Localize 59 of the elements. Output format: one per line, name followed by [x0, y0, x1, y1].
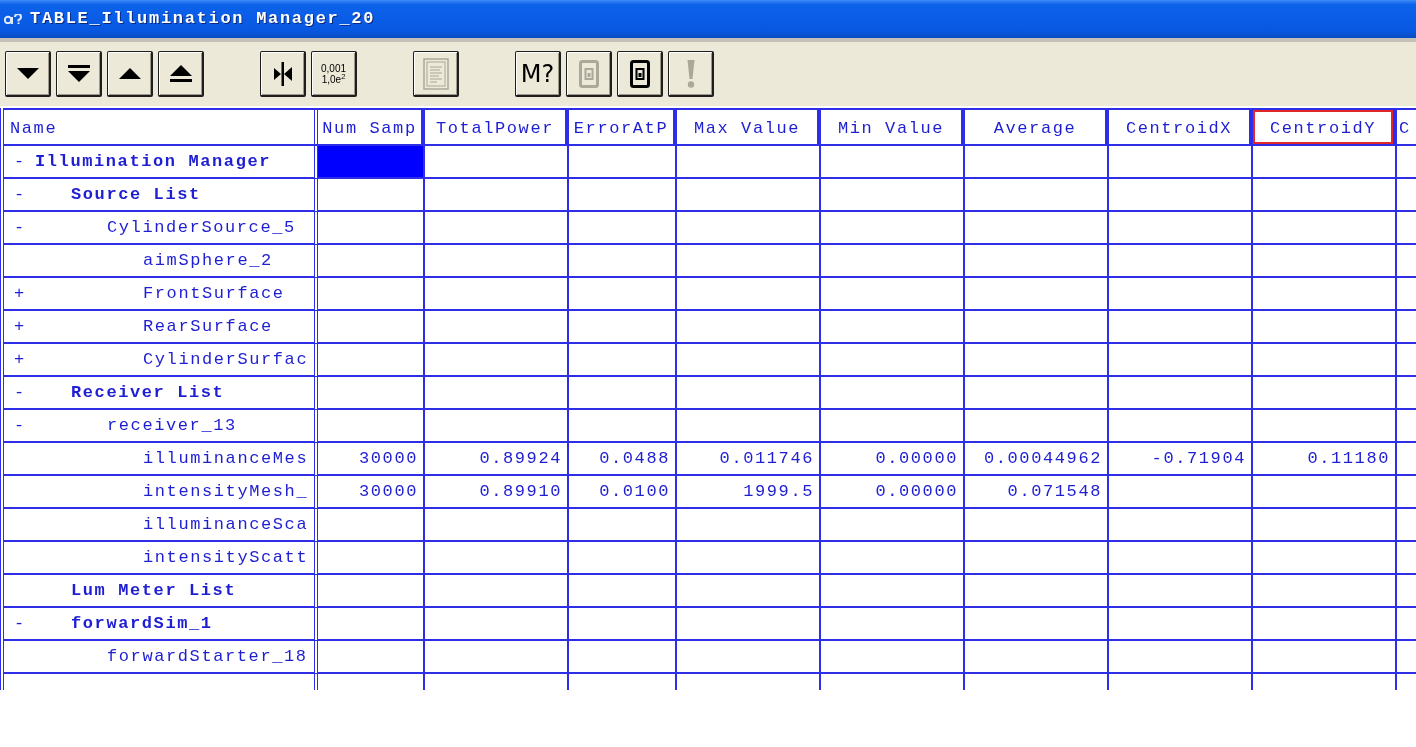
table-cell: 0.00000 [821, 476, 965, 509]
tree-node[interactable]: Illumination Manager [35, 153, 272, 170]
split-button[interactable] [260, 51, 306, 97]
table-cell: 0.89924 [425, 443, 569, 476]
tree-node[interactable]: CylinderSource_5 [107, 219, 296, 236]
document-icon [422, 57, 449, 90]
eject-icon [169, 65, 192, 82]
switch-icon [578, 59, 599, 88]
tree-node[interactable]: Source List [71, 186, 201, 203]
expand-toggle[interactable]: - [14, 153, 26, 170]
window-title: TABLE_Illumination Manager_20 [30, 8, 376, 31]
bottom-button[interactable] [56, 51, 102, 97]
expand-toggle[interactable]: + [14, 318, 26, 335]
table-cell: 0.0488 [569, 443, 677, 476]
table-cell: 0.89910 [425, 476, 569, 509]
table-cell: 0.071548 [965, 476, 1109, 509]
expand-toggle[interactable]: - [14, 615, 26, 632]
tree-node[interactable]: aimSphere_2 [143, 252, 273, 269]
table-cell: 0.00000 [821, 443, 965, 476]
expand-toggle[interactable]: - [14, 384, 26, 401]
expand-toggle[interactable]: - [14, 417, 26, 434]
tree-node[interactable]: receiver_13 [107, 417, 237, 434]
table-cell: 0.0100 [569, 476, 677, 509]
column-header[interactable]: C [1397, 110, 1416, 144]
expand-toggle[interactable]: - [14, 186, 26, 203]
top-button[interactable] [158, 51, 204, 97]
tree-node[interactable]: forwardSim_1 [71, 615, 213, 632]
tree-node[interactable]: illuminanceSca [143, 516, 309, 533]
tree-node[interactable]: intensityScatt [143, 549, 309, 566]
triangle-up-icon [118, 68, 141, 79]
tree-node[interactable]: intensityMesh_ [143, 483, 309, 500]
table-cell: 0.11180 [1253, 443, 1397, 476]
app-icon [4, 14, 22, 24]
tree-node[interactable]: Lum Meter List [71, 582, 237, 599]
tree-node[interactable]: RearSurface [143, 318, 273, 335]
expand-toggle[interactable]: + [14, 285, 26, 302]
down-button[interactable] [5, 51, 51, 97]
table-cell: 0.00044962 [965, 443, 1109, 476]
up-button[interactable] [107, 51, 153, 97]
table-cell: 30000 [318, 443, 425, 476]
table-cell: -0.71904 [1109, 443, 1253, 476]
tree-node[interactable]: CylinderSurfac [143, 351, 309, 368]
arrows-to-line-icon [273, 61, 292, 86]
tree-node[interactable]: illuminanceMes [143, 450, 309, 467]
switch-button[interactable] [617, 51, 663, 97]
format-button[interactable]: 0,001 1,0e$^{2}$ [311, 51, 357, 97]
tree-node[interactable]: FrontSurface [143, 285, 285, 302]
exclamation-icon [686, 59, 695, 88]
table-cell: 0.011746 [677, 443, 821, 476]
switch-icon [629, 59, 650, 88]
triangle-down-icon [16, 68, 39, 79]
table-cell: 30000 [318, 476, 425, 509]
bar-and-triangle-down-icon [67, 65, 90, 82]
tree-node[interactable]: Receiver List [71, 384, 225, 401]
tree-node[interactable]: forwardStarter_18 [107, 648, 308, 665]
expand-toggle[interactable]: + [14, 351, 26, 368]
table-cell: 1999.5 [677, 476, 821, 509]
expand-toggle[interactable]: - [14, 219, 26, 236]
macro-button[interactable]: M? [515, 51, 561, 97]
